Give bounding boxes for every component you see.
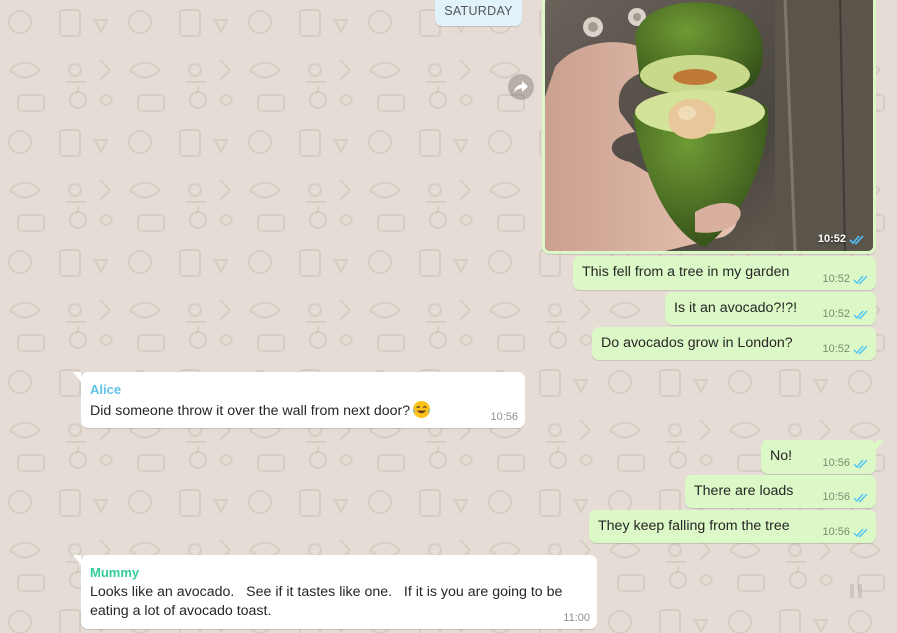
pause-icon [850, 584, 862, 598]
photo-meta: 10:52 [818, 233, 865, 245]
message-time: 10:56 [490, 411, 518, 423]
message-time: 10:56 [822, 526, 850, 538]
message-time: 11:00 [563, 612, 590, 624]
forward-button[interactable] [508, 74, 534, 100]
laughing-tears-emoji [413, 400, 431, 419]
double-check-read-icon [853, 459, 868, 468]
double-check-read-icon [853, 310, 868, 319]
message-time: 10:56 [822, 491, 850, 503]
message-text: Is it an avocado?!?! [674, 300, 798, 316]
outgoing-message[interactable]: No! 10:56 [761, 440, 884, 474]
sender-name: Mummy [90, 565, 140, 580]
date-separator: SATURDAY [435, 0, 522, 26]
message-text-line1: Looks like an avocado. See if it tastes … [90, 584, 563, 600]
message-text-line2: eating a lot of avocado toast. [90, 603, 272, 619]
message-text: There are loads [694, 483, 794, 499]
scroll-to-bottom-button[interactable] [840, 575, 872, 607]
avocado-photo-image [545, 0, 873, 251]
message-meta: 10:56 [822, 491, 869, 503]
message-text: This fell from a tree in my garden [582, 264, 790, 280]
outgoing-message[interactable]: They keep falling from the tree 10:56 [589, 510, 876, 543]
bubble-tail [876, 440, 884, 450]
double-check-read-icon [853, 275, 868, 284]
double-check-read-icon [853, 345, 868, 354]
incoming-message[interactable]: Mummy Looks like an avocado. See if it t… [73, 555, 597, 629]
double-check-read-icon [853, 528, 868, 537]
message-time: 10:52 [822, 343, 850, 355]
message-meta: 10:56 [822, 457, 869, 469]
incoming-message[interactable]: Alice Did someone throw it over the wall… [73, 372, 525, 428]
message-meta: 10:52 [822, 273, 869, 285]
photo-time: 10:52 [817, 233, 846, 245]
avocado-photo[interactable]: 10:52 [545, 0, 873, 251]
bubble-tail [73, 555, 81, 565]
message-time: 10:52 [822, 308, 850, 320]
message-meta: 10:56 [490, 411, 518, 423]
message-text: Do avocados grow in London? [601, 335, 793, 351]
message-meta: 10:52 [822, 308, 869, 320]
message-text-wrap: Did someone throw it over the wall from … [90, 400, 431, 421]
message-text: No! [770, 448, 793, 464]
photo-message[interactable]: 10:52 [542, 0, 876, 254]
bubble-tail [73, 372, 81, 382]
message-text: Did someone throw it over the wall from … [90, 403, 411, 419]
double-check-read-icon [849, 234, 864, 244]
message-time: 10:56 [822, 457, 850, 469]
message-time: 10:52 [822, 273, 850, 285]
message-meta: 11:00 [563, 612, 590, 624]
message-meta: 10:52 [822, 343, 869, 355]
outgoing-message[interactable]: There are loads 10:56 [685, 475, 876, 508]
message-meta: 10:56 [822, 526, 869, 538]
message-text: They keep falling from the tree [598, 518, 790, 534]
outgoing-message[interactable]: Do avocados grow in London? 10:52 [592, 327, 876, 360]
forward-icon [514, 81, 528, 93]
outgoing-message[interactable]: Is it an avocado?!?! 10:52 [665, 292, 876, 325]
outgoing-message[interactable]: This fell from a tree in my garden 10:52 [573, 256, 876, 290]
double-check-read-icon [853, 493, 868, 502]
sender-name: Alice [90, 382, 122, 397]
